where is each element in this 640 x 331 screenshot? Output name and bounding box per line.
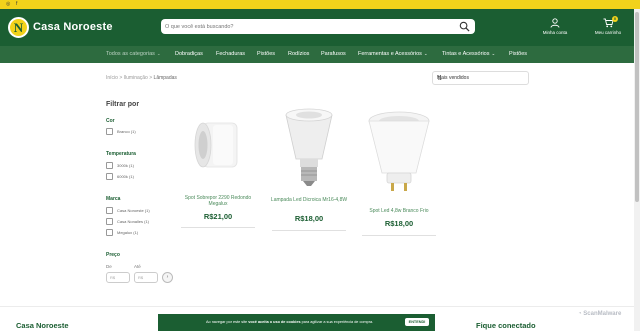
card-divider (362, 235, 436, 236)
logo-letter: N (13, 20, 24, 35)
filter-option-label: Casa Noroeste (1) (117, 208, 150, 213)
scanmalware-watermark: ◔ ScanMalware (578, 311, 622, 317)
watermark-text: ScanMalware (583, 311, 622, 317)
filter-option-label: Branco (1) (117, 129, 136, 134)
chevron-down-icon: ⌄ (491, 51, 496, 56)
nav-label: Tintas e Acessórios (442, 51, 490, 57)
product-name[interactable]: Spot Sobrepor 2290 Redondo Megalux (179, 195, 257, 207)
cart-label: Meu carrinho (594, 30, 622, 35)
filter-group-marca: Marca (106, 196, 121, 202)
instagram-icon[interactable]: ◎ (6, 1, 10, 8)
product-name[interactable]: Lampada Led Dicroica Mr16-4,8W (270, 197, 348, 203)
checkbox[interactable] (106, 207, 113, 214)
top-bar: ◎ f (0, 0, 640, 9)
price-from-input[interactable]: R$ (106, 272, 130, 283)
cookie-banner: Ao navegar por este site você aceita o u… (158, 314, 435, 331)
price-to-input[interactable]: R$ (134, 272, 158, 283)
search-icon[interactable] (459, 21, 470, 32)
filter-option-label: 6000k (1) (117, 174, 134, 179)
nav-fechaduras[interactable]: Fechaduras (216, 51, 245, 57)
brand-name[interactable]: Casa Noroeste (33, 21, 113, 33)
breadcrumb-sep: > (119, 75, 123, 81)
product-price: R$21,00 (203, 212, 233, 221)
sort-select[interactable]: Mais vendidos ⇅ (432, 71, 529, 85)
cart-link[interactable]: 0 Meu carrinho (592, 16, 624, 35)
facebook-icon[interactable]: f (16, 1, 17, 8)
scrollbar-thumb[interactable] (635, 12, 639, 202)
chevron-down-icon: ⌄ (156, 51, 161, 56)
checkbox[interactable] (106, 173, 113, 180)
filter-option-label: Megalux (1) (117, 230, 139, 235)
footer-connect-title: Fique conectado (476, 321, 536, 330)
nav-ferramentas[interactable]: Ferramentas e Acessórios ⌄ (358, 51, 428, 57)
nav-rodizios[interactable]: Rodízios (288, 51, 309, 57)
chevron-down-icon: ⌄ (423, 51, 428, 56)
nav-dobradicas[interactable]: Dobradiças (175, 51, 203, 57)
search-input[interactable] (165, 20, 445, 33)
nav-pistoes-2[interactable]: Pistões (509, 51, 527, 57)
price-apply-button[interactable]: › (162, 272, 173, 283)
filter-group-temperatura: Temperatura (106, 151, 136, 157)
nav-label: Todos as categorias (106, 51, 155, 57)
account-link[interactable]: Minha conta (540, 18, 570, 35)
card-divider (181, 227, 255, 228)
checkbox[interactable] (106, 229, 113, 236)
cart-count-badge: 0 (612, 16, 618, 22)
search-bar (161, 19, 475, 34)
nav-label: Ferramentas e Acessórios (358, 51, 422, 57)
product-image-spot-sobrepor[interactable] (179, 101, 257, 193)
footer-brand-title: Casa Noroeste (16, 321, 69, 330)
filter-option-label: Casa Nonalles (1) (117, 219, 150, 224)
filter-group-cor: Cor (106, 118, 115, 124)
site-header: N Casa Noroeste Minha conta 0 Meu carrin… (0, 9, 640, 46)
account-label: Minha conta (542, 30, 568, 35)
nav-parafusos[interactable]: Parafusos (321, 51, 346, 57)
user-icon (550, 18, 560, 28)
footer-divider (0, 306, 640, 307)
product-image-lampada-dicroica[interactable] (270, 101, 348, 193)
nav-tintas[interactable]: Tintas e Acessórios ⌄ (442, 51, 495, 57)
price-to-label: Até (134, 264, 141, 269)
product-image-spot-led[interactable] (360, 101, 438, 193)
breadcrumb-category[interactable]: Iluminação (124, 75, 148, 81)
checkbox[interactable] (106, 218, 113, 225)
checkbox[interactable] (106, 162, 113, 169)
nav-pistoes[interactable]: Pistões (257, 51, 275, 57)
breadcrumb-current: Lâmpadas (153, 75, 177, 81)
category-nav: Todos as categorias ⌄ Dobradiças Fechadur… (0, 46, 640, 63)
breadcrumb-home[interactable]: Início (106, 75, 118, 81)
cookie-text: para agilizar a sua experiência de compr… (301, 320, 374, 324)
cookie-accept-button[interactable]: ENTENDI (405, 318, 429, 326)
product-price: R$18,00 (294, 214, 324, 223)
cookie-message: Ao navegar por este site você aceita o u… (206, 320, 373, 324)
filter-title: Filtrar por (106, 101, 140, 108)
breadcrumb: Início > Iluminação > Lâmpadas (106, 75, 177, 81)
logo-badge[interactable]: N (8, 17, 29, 38)
sort-arrows-icon: ⇅ (437, 76, 443, 82)
cookie-text: Ao navegar por este site (206, 320, 248, 324)
product-price: R$18,00 (384, 219, 414, 228)
nav-all-categories[interactable]: Todos as categorias ⌄ (106, 51, 161, 57)
card-divider (272, 230, 346, 231)
product-name[interactable]: Spot Led 4,8w Branco Frio (360, 208, 438, 214)
cookie-text-bold: você aceita o uso de cookies (248, 320, 301, 324)
filter-group-preco: Preço (106, 252, 120, 258)
breadcrumb-sep: > (149, 75, 153, 81)
checkbox[interactable] (106, 128, 113, 135)
filter-option-label: 3000k (1) (117, 163, 134, 168)
price-from-label: De (106, 264, 112, 269)
